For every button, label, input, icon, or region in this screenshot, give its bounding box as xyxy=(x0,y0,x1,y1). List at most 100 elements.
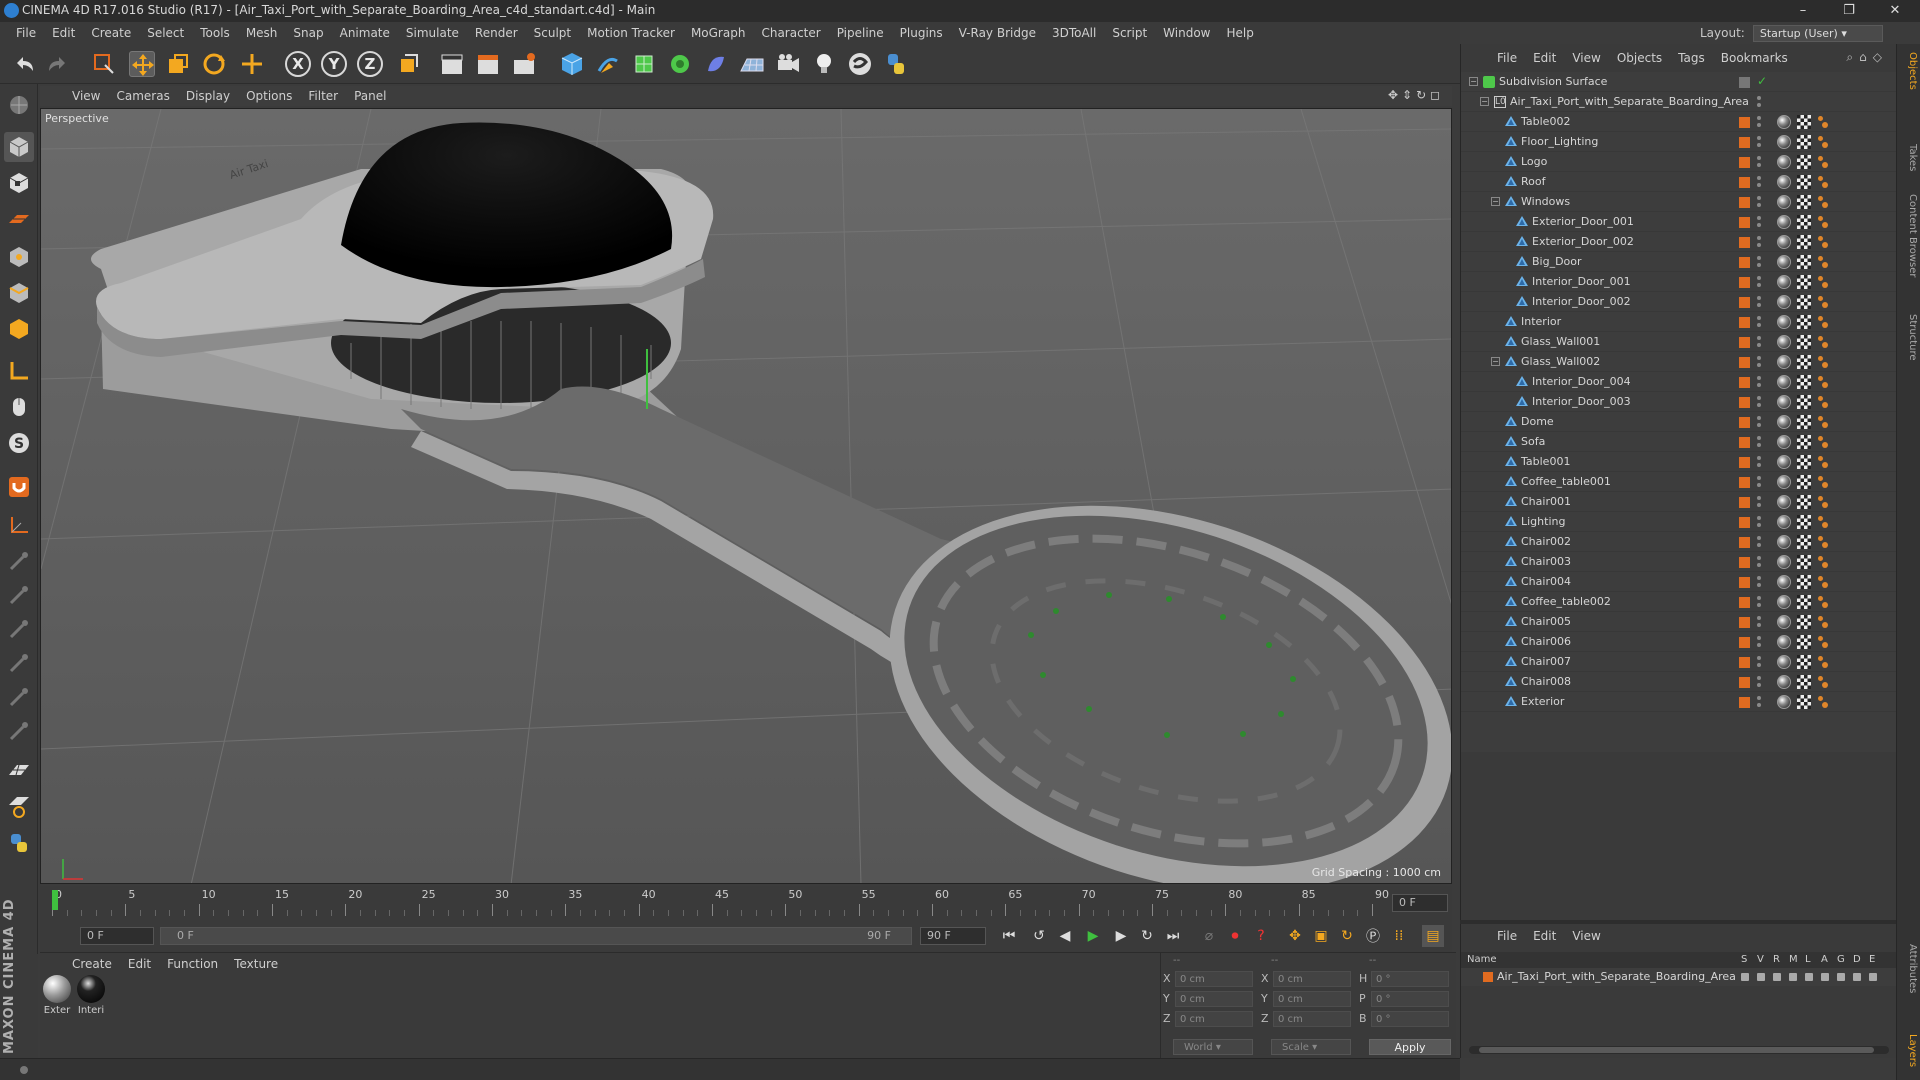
end-frame-field[interactable]: 90 F xyxy=(920,927,986,945)
key-rotation-button[interactable]: ↻ xyxy=(1336,925,1358,947)
texture-tag-icon[interactable] xyxy=(1797,395,1811,409)
vray-tag-icon[interactable] xyxy=(1817,635,1829,649)
material-tag-icon[interactable] xyxy=(1777,435,1791,449)
visibility-dots-icon[interactable] xyxy=(1757,396,1761,408)
pen-spline-button[interactable] xyxy=(592,48,624,80)
texture-tag-icon[interactable] xyxy=(1797,295,1811,309)
menu-file[interactable]: File xyxy=(8,26,44,40)
object-row[interactable]: Glass_Wall001 xyxy=(1461,332,1897,352)
visibility-dots-icon[interactable] xyxy=(1757,496,1761,508)
material-tag-icon[interactable] xyxy=(1777,375,1791,389)
vray-tag-icon[interactable] xyxy=(1817,395,1829,409)
key-position-button[interactable]: ✥ xyxy=(1284,925,1306,947)
snap-button[interactable]: S xyxy=(4,428,34,458)
minimize-button[interactable]: – xyxy=(1780,0,1826,22)
material-tag-icon[interactable] xyxy=(1777,335,1791,349)
texture-tag-icon[interactable] xyxy=(1797,375,1811,389)
vray-tag-icon[interactable] xyxy=(1817,695,1829,709)
object-row[interactable]: Exterior_Door_002 xyxy=(1461,232,1897,252)
layer-flag-toggle-icon[interactable] xyxy=(1869,973,1877,981)
menu-mesh[interactable]: Mesh xyxy=(238,26,286,40)
menu-create[interactable]: Create xyxy=(83,26,139,40)
timeline-window-button[interactable]: ▤ xyxy=(1422,925,1444,947)
layer-flag-toggle-icon[interactable] xyxy=(1773,973,1781,981)
material-tag-icon[interactable] xyxy=(1777,255,1791,269)
layer-color-icon[interactable] xyxy=(1739,657,1750,668)
python-script-button[interactable] xyxy=(4,828,34,858)
texture-tag-icon[interactable] xyxy=(1797,315,1811,329)
current-frame-field[interactable]: 0 F xyxy=(1392,894,1448,912)
object-row[interactable]: Chair006 xyxy=(1461,632,1897,652)
object-row[interactable]: Chair008 xyxy=(1461,672,1897,692)
tweak-mode-button[interactable] xyxy=(4,392,34,422)
layer-flag-toggle-icon[interactable] xyxy=(1837,973,1845,981)
object-row[interactable]: Logo xyxy=(1461,152,1897,172)
layer-color-icon[interactable] xyxy=(1739,457,1750,468)
material-menu-function[interactable]: Function xyxy=(159,957,226,971)
material-tag-icon[interactable] xyxy=(1777,215,1791,229)
x-axis-lock-button[interactable]: X xyxy=(282,48,314,80)
vray-tag-icon[interactable] xyxy=(1817,255,1829,269)
layer-color-icon[interactable] xyxy=(1739,497,1750,508)
layer-menu-view[interactable]: View xyxy=(1564,929,1608,943)
texture-tag-icon[interactable] xyxy=(1797,195,1811,209)
layer-scrollbar[interactable] xyxy=(1469,1046,1889,1054)
coord-value-field[interactable]: 0 ° xyxy=(1371,971,1449,987)
viewport-menu-cameras[interactable]: Cameras xyxy=(108,89,177,103)
visibility-dots-icon[interactable] xyxy=(1757,616,1761,628)
visibility-dots-icon[interactable] xyxy=(1757,296,1761,308)
rotate-tool-button[interactable] xyxy=(198,48,230,80)
layer-color-icon[interactable] xyxy=(1739,337,1750,348)
sculpt-brush-3-button[interactable] xyxy=(4,614,34,644)
vray-tag-icon[interactable] xyxy=(1817,275,1829,289)
light-button[interactable] xyxy=(808,48,840,80)
keyframe-selection-button[interactable]: ? xyxy=(1250,925,1272,947)
menu-render[interactable]: Render xyxy=(467,26,526,40)
rotate-grid-button[interactable] xyxy=(4,792,34,822)
next-frame-button[interactable]: ▶ xyxy=(1110,925,1132,947)
move-tool-button[interactable] xyxy=(126,48,158,80)
menu-snap[interactable]: Snap xyxy=(285,26,331,40)
object-row[interactable]: Floor_Lighting xyxy=(1461,132,1897,152)
vray-tag-icon[interactable] xyxy=(1817,295,1829,309)
texture-tag-icon[interactable] xyxy=(1797,175,1811,189)
visibility-dots-icon[interactable] xyxy=(1757,276,1761,288)
object-row[interactable]: Interior_Door_003 xyxy=(1461,392,1897,412)
layer-menu-edit[interactable]: Edit xyxy=(1525,929,1564,943)
layer-flag-toggle-icon[interactable] xyxy=(1853,973,1861,981)
layer-row[interactable]: Air_Taxi_Port_with_Separate_Boarding_Are… xyxy=(1461,968,1897,986)
layer-flag-header[interactable]: S xyxy=(1741,954,1747,965)
visibility-dots-icon[interactable] xyxy=(1757,196,1761,208)
material-tag-icon[interactable] xyxy=(1777,315,1791,329)
subdivision-surface-button[interactable] xyxy=(628,48,660,80)
visibility-dots-icon[interactable] xyxy=(1757,356,1761,368)
next-key-button[interactable]: ↻ xyxy=(1136,925,1158,947)
layer-color-icon[interactable] xyxy=(1739,297,1750,308)
visibility-dots-icon[interactable] xyxy=(1757,516,1761,528)
side-tab-takes[interactable]: Takes xyxy=(1900,144,1918,171)
layer-flag-header[interactable]: D xyxy=(1853,954,1861,965)
texture-tag-icon[interactable] xyxy=(1797,215,1811,229)
menu-3dtoall[interactable]: 3DToAll xyxy=(1044,26,1104,40)
texture-tag-icon[interactable] xyxy=(1797,475,1811,489)
layer-flag-toggle-icon[interactable] xyxy=(1821,973,1829,981)
close-button[interactable]: ✕ xyxy=(1872,0,1918,22)
coord-value-field[interactable]: 0 cm xyxy=(1273,991,1351,1007)
size-mode-dropdown[interactable]: Scale ▾ xyxy=(1271,1039,1351,1055)
vray-tag-icon[interactable] xyxy=(1817,315,1829,329)
layer-color-icon[interactable] xyxy=(1739,597,1750,608)
scrollbar-thumb[interactable] xyxy=(1479,1047,1874,1053)
material-tag-icon[interactable] xyxy=(1777,555,1791,569)
object-row[interactable]: Coffee_table002 xyxy=(1461,592,1897,612)
material-tag-icon[interactable] xyxy=(1777,155,1791,169)
menu-sculpt[interactable]: Sculpt xyxy=(526,26,579,40)
layer-color-icon[interactable] xyxy=(1739,437,1750,448)
layer-color-icon[interactable] xyxy=(1739,477,1750,488)
layer-flag-header[interactable]: G xyxy=(1837,954,1845,965)
live-selection-button[interactable] xyxy=(88,48,120,80)
texture-tag-icon[interactable] xyxy=(1797,275,1811,289)
material-menu-texture[interactable]: Texture xyxy=(226,957,286,971)
vray-tag-icon[interactable] xyxy=(1817,335,1829,349)
object-row[interactable]: Chair003 xyxy=(1461,552,1897,572)
object-row[interactable]: Sofa xyxy=(1461,432,1897,452)
